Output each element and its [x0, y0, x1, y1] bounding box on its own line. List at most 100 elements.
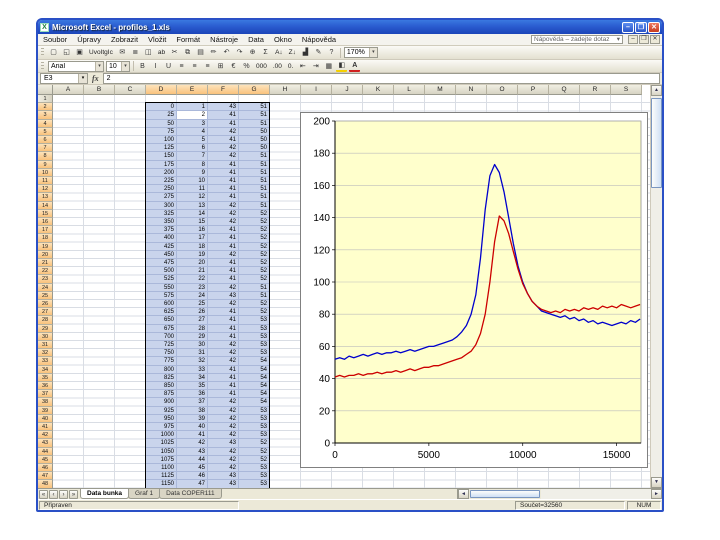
- drawing-icon[interactable]: ✎: [313, 47, 324, 58]
- chevron-down-icon[interactable]: ▾: [617, 36, 620, 43]
- grid-cell[interactable]: 675: [146, 324, 177, 333]
- row-header-27[interactable]: 27: [38, 308, 53, 317]
- grid-cell[interactable]: 52: [239, 259, 270, 268]
- grid-cell[interactable]: 53: [239, 431, 270, 440]
- row-header-5[interactable]: 5: [38, 127, 53, 136]
- row-header-19[interactable]: 19: [38, 242, 53, 251]
- scroll-left-icon[interactable]: ◄: [458, 489, 469, 499]
- row-header-16[interactable]: 16: [38, 218, 53, 227]
- grid-cell[interactable]: 6: [177, 144, 208, 153]
- grid-cell[interactable]: 41: [208, 382, 239, 391]
- row-header-44[interactable]: 44: [38, 447, 53, 456]
- grid-cell[interactable]: 625: [146, 308, 177, 317]
- grid-cell[interactable]: 53: [239, 332, 270, 341]
- vertical-scrollbar[interactable]: ▲ ▼: [650, 85, 662, 488]
- currency-button[interactable]: €: [228, 61, 239, 72]
- grid-cell[interactable]: 42: [208, 283, 239, 292]
- grid-cell[interactable]: 8: [177, 160, 208, 169]
- comma-button[interactable]: 000: [254, 61, 269, 72]
- grid-cell[interactable]: 1050: [146, 447, 177, 456]
- grid-cell[interactable]: 39: [177, 414, 208, 423]
- row-header-7[interactable]: 7: [38, 144, 53, 153]
- grid-cell[interactable]: 52: [239, 226, 270, 235]
- grid-cell[interactable]: 53: [239, 414, 270, 423]
- grid-cell[interactable]: 13: [177, 201, 208, 210]
- column-header-O[interactable]: O: [487, 85, 518, 95]
- grid-cell[interactable]: 53: [239, 464, 270, 473]
- grid-cell[interactable]: 23: [177, 283, 208, 292]
- grid-cell[interactable]: 44: [177, 455, 208, 464]
- row-header-37[interactable]: 37: [38, 390, 53, 399]
- grid-cell[interactable]: 41: [208, 390, 239, 399]
- grid-cell[interactable]: 18: [177, 242, 208, 251]
- scroll-track[interactable]: [651, 188, 662, 477]
- menu-item-vloit[interactable]: Vložit: [143, 34, 171, 46]
- grid-cell[interactable]: 53: [239, 316, 270, 325]
- row-header-24[interactable]: 24: [38, 283, 53, 292]
- column-header-M[interactable]: M: [425, 85, 456, 95]
- grid-cell[interactable]: 19: [177, 250, 208, 259]
- grid-cell[interactable]: 11: [177, 185, 208, 194]
- grid-cell[interactable]: 42: [208, 144, 239, 153]
- grid-cell[interactable]: 825: [146, 373, 177, 382]
- row-header-17[interactable]: 17: [38, 226, 53, 235]
- chevron-down-icon[interactable]: ▾: [121, 61, 129, 71]
- grid-cell[interactable]: 42: [208, 406, 239, 415]
- grid-cell[interactable]: 600: [146, 300, 177, 309]
- grid-cell[interactable]: 1125: [146, 472, 177, 481]
- row-header-8[interactable]: 8: [38, 152, 53, 161]
- grid-cell[interactable]: 22: [177, 275, 208, 284]
- bold-button[interactable]: B: [137, 61, 148, 72]
- row-header-22[interactable]: 22: [38, 267, 53, 276]
- grid-cell[interactable]: 400: [146, 234, 177, 243]
- row-header-40[interactable]: 40: [38, 414, 53, 423]
- sheet-tab-data-bunka[interactable]: Data bunka: [80, 489, 130, 499]
- grid-cell[interactable]: 42: [208, 447, 239, 456]
- grid-cell[interactable]: 52: [239, 447, 270, 456]
- grid-cell[interactable]: 54: [239, 382, 270, 391]
- close-button[interactable]: ✕: [648, 21, 660, 33]
- row-header-13[interactable]: 13: [38, 193, 53, 202]
- grid-cell[interactable]: 53: [239, 341, 270, 350]
- scroll-down-icon[interactable]: ▼: [651, 477, 662, 488]
- grid-cell[interactable]: 275: [146, 193, 177, 202]
- grid-cell[interactable]: 475: [146, 259, 177, 268]
- grid-cell[interactable]: 325: [146, 209, 177, 218]
- grid-cell[interactable]: 53: [239, 406, 270, 415]
- grid-cell[interactable]: 41: [208, 193, 239, 202]
- grid-cell[interactable]: 51: [239, 291, 270, 300]
- help-icon[interactable]: ?: [326, 47, 337, 58]
- cut-icon[interactable]: ✂: [169, 47, 180, 58]
- next-sheet-icon[interactable]: ›: [59, 489, 68, 499]
- row-header-3[interactable]: 3: [38, 111, 53, 120]
- column-header-D[interactable]: D: [146, 85, 177, 95]
- row-header-6[interactable]: 6: [38, 136, 53, 145]
- decrease-indent-button[interactable]: ⇤: [297, 61, 308, 72]
- row-header-38[interactable]: 38: [38, 398, 53, 407]
- zoom-select[interactable]: 170% ▾: [343, 47, 378, 58]
- grid-cell[interactable]: 40: [177, 423, 208, 432]
- grid-cell[interactable]: 42: [208, 414, 239, 423]
- grid-cell[interactable]: 650: [146, 316, 177, 325]
- grid-cell[interactable]: 52: [239, 275, 270, 284]
- grid-cell[interactable]: 35: [177, 382, 208, 391]
- redo-icon[interactable]: ↷: [234, 47, 245, 58]
- grid-cell[interactable]: 1025: [146, 439, 177, 448]
- toolbar-grip[interactable]: [41, 48, 44, 57]
- row-header-12[interactable]: 12: [38, 185, 53, 194]
- align-center-button[interactable]: ≡: [189, 61, 200, 72]
- grid-cell[interactable]: 100: [146, 136, 177, 145]
- align-left-button[interactable]: ≡: [176, 61, 187, 72]
- grid-cell[interactable]: 17: [177, 234, 208, 243]
- increase-decimal-button[interactable]: .00: [271, 61, 284, 72]
- grid-cell[interactable]: 52: [239, 218, 270, 227]
- row-header-4[interactable]: 4: [38, 119, 53, 128]
- grid-cell[interactable]: 51: [239, 160, 270, 169]
- grid-cell[interactable]: 42: [208, 218, 239, 227]
- menu-item-npovda[interactable]: Nápověda: [297, 34, 341, 46]
- row-header-23[interactable]: 23: [38, 275, 53, 284]
- copy-icon[interactable]: ⧉: [182, 47, 193, 58]
- grid-cell[interactable]: 54: [239, 390, 270, 399]
- grid-cell[interactable]: 42: [208, 341, 239, 350]
- grid-cell[interactable]: 41: [177, 431, 208, 440]
